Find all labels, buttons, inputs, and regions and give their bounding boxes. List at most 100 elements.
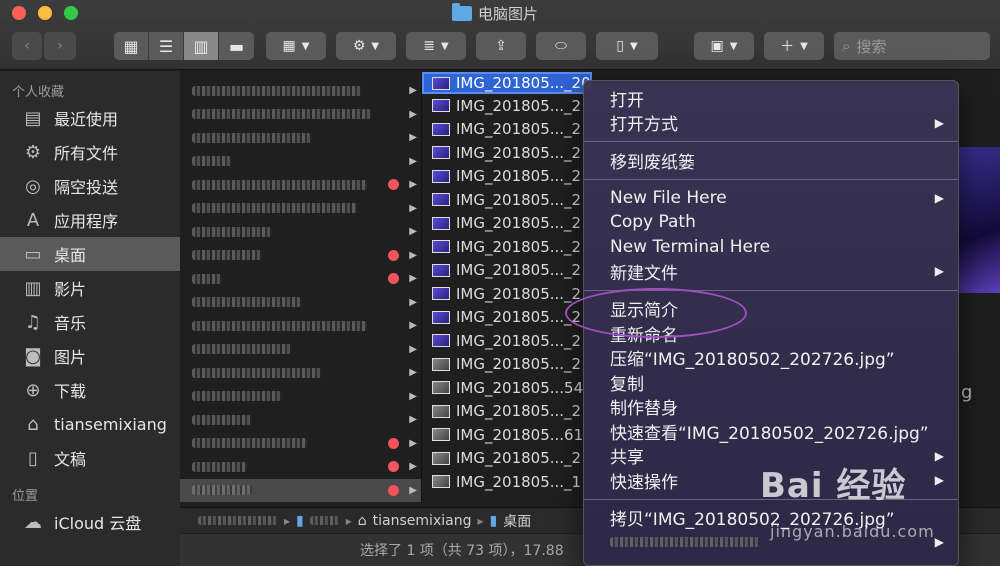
zoom-button[interactable] [64, 6, 78, 20]
sidebar-item-home[interactable]: ⌂ tiansemixiang [0, 407, 180, 441]
path-user[interactable]: tiansemixiang [373, 513, 472, 529]
list-item[interactable]: ▶ [180, 126, 421, 150]
chevron-right-icon: ▶ [409, 155, 417, 167]
close-button[interactable] [12, 6, 26, 20]
menu-item-new-file-here[interactable]: New File Here ▶ [584, 186, 958, 211]
list-item[interactable]: ▶ [180, 291, 421, 315]
file-row[interactable]: IMG_201805..._2 [422, 212, 592, 236]
image-thumbnail-icon [432, 404, 450, 418]
file-row[interactable]: IMG_201805..._2 [422, 400, 592, 424]
new-document-icon: ▯ [616, 38, 624, 54]
recent-icon: ▤ [24, 107, 42, 129]
sidebar-item-label: 最近使用 [54, 110, 119, 129]
path-blurred-segment[interactable] [309, 516, 340, 525]
list-item[interactable]: ▶ [180, 197, 421, 221]
chevron-right-icon: ▶ [409, 179, 417, 191]
sidebar-item-label: 桌面 [54, 246, 87, 265]
file-row[interactable]: IMG_201805..._1 [422, 470, 592, 494]
sidebar-item-recents[interactable]: ▤ 最近使用 [0, 101, 180, 135]
list-item[interactable]: ▶ [180, 385, 421, 409]
sidebar-item-all-files[interactable]: ⚙ 所有文件 [0, 135, 180, 169]
music-icon: ♫ [24, 311, 42, 333]
search-field[interactable]: ⌕ 搜索 [834, 32, 990, 60]
sidebar-item-downloads[interactable]: ⊕ 下载 [0, 373, 180, 407]
file-row[interactable]: IMG_201805..._2 [422, 235, 592, 259]
sidebar-item-movies[interactable]: ▥ 影片 [0, 271, 180, 305]
back-button[interactable]: ‹ [12, 32, 42, 60]
list-item[interactable]: ▶ [180, 455, 421, 479]
list-item[interactable]: ▶ [180, 267, 421, 291]
file-row[interactable]: IMG_201805...61 [422, 423, 592, 447]
minimize-button[interactable] [38, 6, 52, 20]
file-row[interactable]: IMG_201805..._2 [422, 282, 592, 306]
list-item[interactable]: ▶ [180, 478, 421, 502]
list-item[interactable]: ▶ [180, 244, 421, 268]
list-item[interactable]: ▶ [180, 361, 421, 385]
list-item[interactable]: ▶ [180, 173, 421, 197]
path-desktop[interactable]: 桌面 [503, 511, 531, 531]
menu-item-make-alias[interactable]: 制作替身 [584, 395, 958, 419]
column-view-button[interactable]: ▥ [184, 32, 219, 60]
file-row[interactable]: IMG_201805..._2 [422, 329, 592, 353]
add-button[interactable]: ＋ ▼ [764, 32, 824, 60]
file-row[interactable]: IMG_201805...54 [422, 376, 592, 400]
new-document-button[interactable]: ▯ ▼ [596, 32, 658, 60]
file-row[interactable]: IMG_201805..._2 [422, 259, 592, 283]
menu-item-label: 打开方式 [610, 115, 678, 136]
file-row[interactable]: IMG_201805..._2 [422, 141, 592, 165]
titlebar: 电脑图片 ‹ › ▦ ☰ ▥ ▬ ▦ ▼ ⚙ ▼ ≣ ▼ ⇪ ⬭ ▯ ▼ ▣ ▼ ＋ ▼ ⌕… [0, 0, 1000, 70]
menu-item-move-to-trash[interactable]: 移到废纸篓 [584, 148, 958, 173]
icon-view-button[interactable]: ▦ [114, 32, 149, 60]
list-item[interactable]: ▶ [180, 79, 421, 103]
menu-item-open-with[interactable]: 打开方式 ▶ [584, 111, 958, 136]
sidebar-item-applications[interactable]: A 应用程序 [0, 203, 180, 237]
list-item[interactable]: ▶ [180, 408, 421, 432]
menu-item-copy-path[interactable]: Copy Path [584, 210, 958, 235]
sidebar-item-icloud[interactable]: ☁ iCloud 云盘 [0, 505, 180, 539]
list-item[interactable]: ▶ [180, 150, 421, 174]
menu-separator [584, 141, 958, 142]
sidebar-item-music[interactable]: ♫ 音乐 [0, 305, 180, 339]
list-item[interactable]: ▶ [180, 220, 421, 244]
forward-button[interactable]: › [44, 32, 76, 60]
menu-item-label: 新建文件 [610, 263, 678, 284]
file-row[interactable]: IMG_201805..._2 [422, 353, 592, 377]
gallery-view-button[interactable]: ▬ [219, 32, 254, 60]
menu-item-open[interactable]: 打开 [584, 86, 958, 111]
file-row[interactable]: IMG_201805..._2 [422, 165, 592, 189]
share-button[interactable]: ⇪ [476, 32, 526, 60]
desktop-icon: ▭ [24, 243, 42, 265]
list-item[interactable]: ▶ [180, 338, 421, 362]
menu-item-compress[interactable]: 压缩“IMG_20180502_202726.jpg” [584, 346, 958, 370]
sidebar-item-desktop[interactable]: ▭ 桌面 [0, 237, 180, 271]
list-view-button[interactable]: ☰ [149, 32, 184, 60]
action-button[interactable]: ⚙ ▼ [336, 32, 396, 60]
list-item[interactable]: ▶ [180, 432, 421, 456]
list-item[interactable]: ▶ [180, 103, 421, 127]
menu-item-quick-look[interactable]: 快速查看“IMG_20180502_202726.jpg” [584, 419, 958, 444]
tags-button[interactable]: ⬭ [536, 32, 586, 60]
file-row[interactable]: IMG_201805..._2 [422, 118, 592, 142]
menu-item-new-file[interactable]: 新建文件 ▶ [584, 259, 958, 284]
file-row[interactable]: IMG_201805..._202726.jpg [422, 72, 592, 94]
list-item[interactable]: ▶ [180, 314, 421, 338]
sidebar: 个人收藏 ▤ 最近使用 ⚙ 所有文件 ◎ 隔空投送 A 应用程序 ▭ 桌面 ▥ 影片 ♫ 音乐… [0, 71, 180, 566]
submenu-arrow-icon: ▶ [934, 535, 944, 550]
extension-button[interactable]: ▣ ▼ [694, 32, 754, 60]
file-row[interactable]: IMG_201805..._2 [422, 188, 592, 212]
menu-item-duplicate[interactable]: 复制 [584, 370, 958, 395]
file-row[interactable]: IMG_201805..._2 [422, 447, 592, 471]
sidebar-item-airdrop[interactable]: ◎ 隔空投送 [0, 169, 180, 203]
file-row[interactable]: IMG_201805..._2 [422, 94, 592, 118]
arrange-button[interactable]: ≣ ▼ [406, 32, 466, 60]
sidebar-item-documents[interactable]: ▯ 文稿 [0, 441, 180, 475]
menu-item-label: New Terminal Here [610, 236, 771, 257]
menu-item-new-terminal-here[interactable]: New Terminal Here [584, 235, 958, 260]
group-button[interactable]: ▦ ▼ [266, 32, 326, 60]
blurred-name [192, 461, 247, 472]
path-blurred-segment[interactable] [198, 516, 278, 525]
menu-item-label: 打开 [610, 90, 644, 111]
file-name: IMG_201805..._2 [456, 143, 582, 162]
sidebar-item-pictures[interactable]: ◙ 图片 [0, 339, 180, 373]
sidebar-item-label: 图片 [54, 348, 87, 367]
